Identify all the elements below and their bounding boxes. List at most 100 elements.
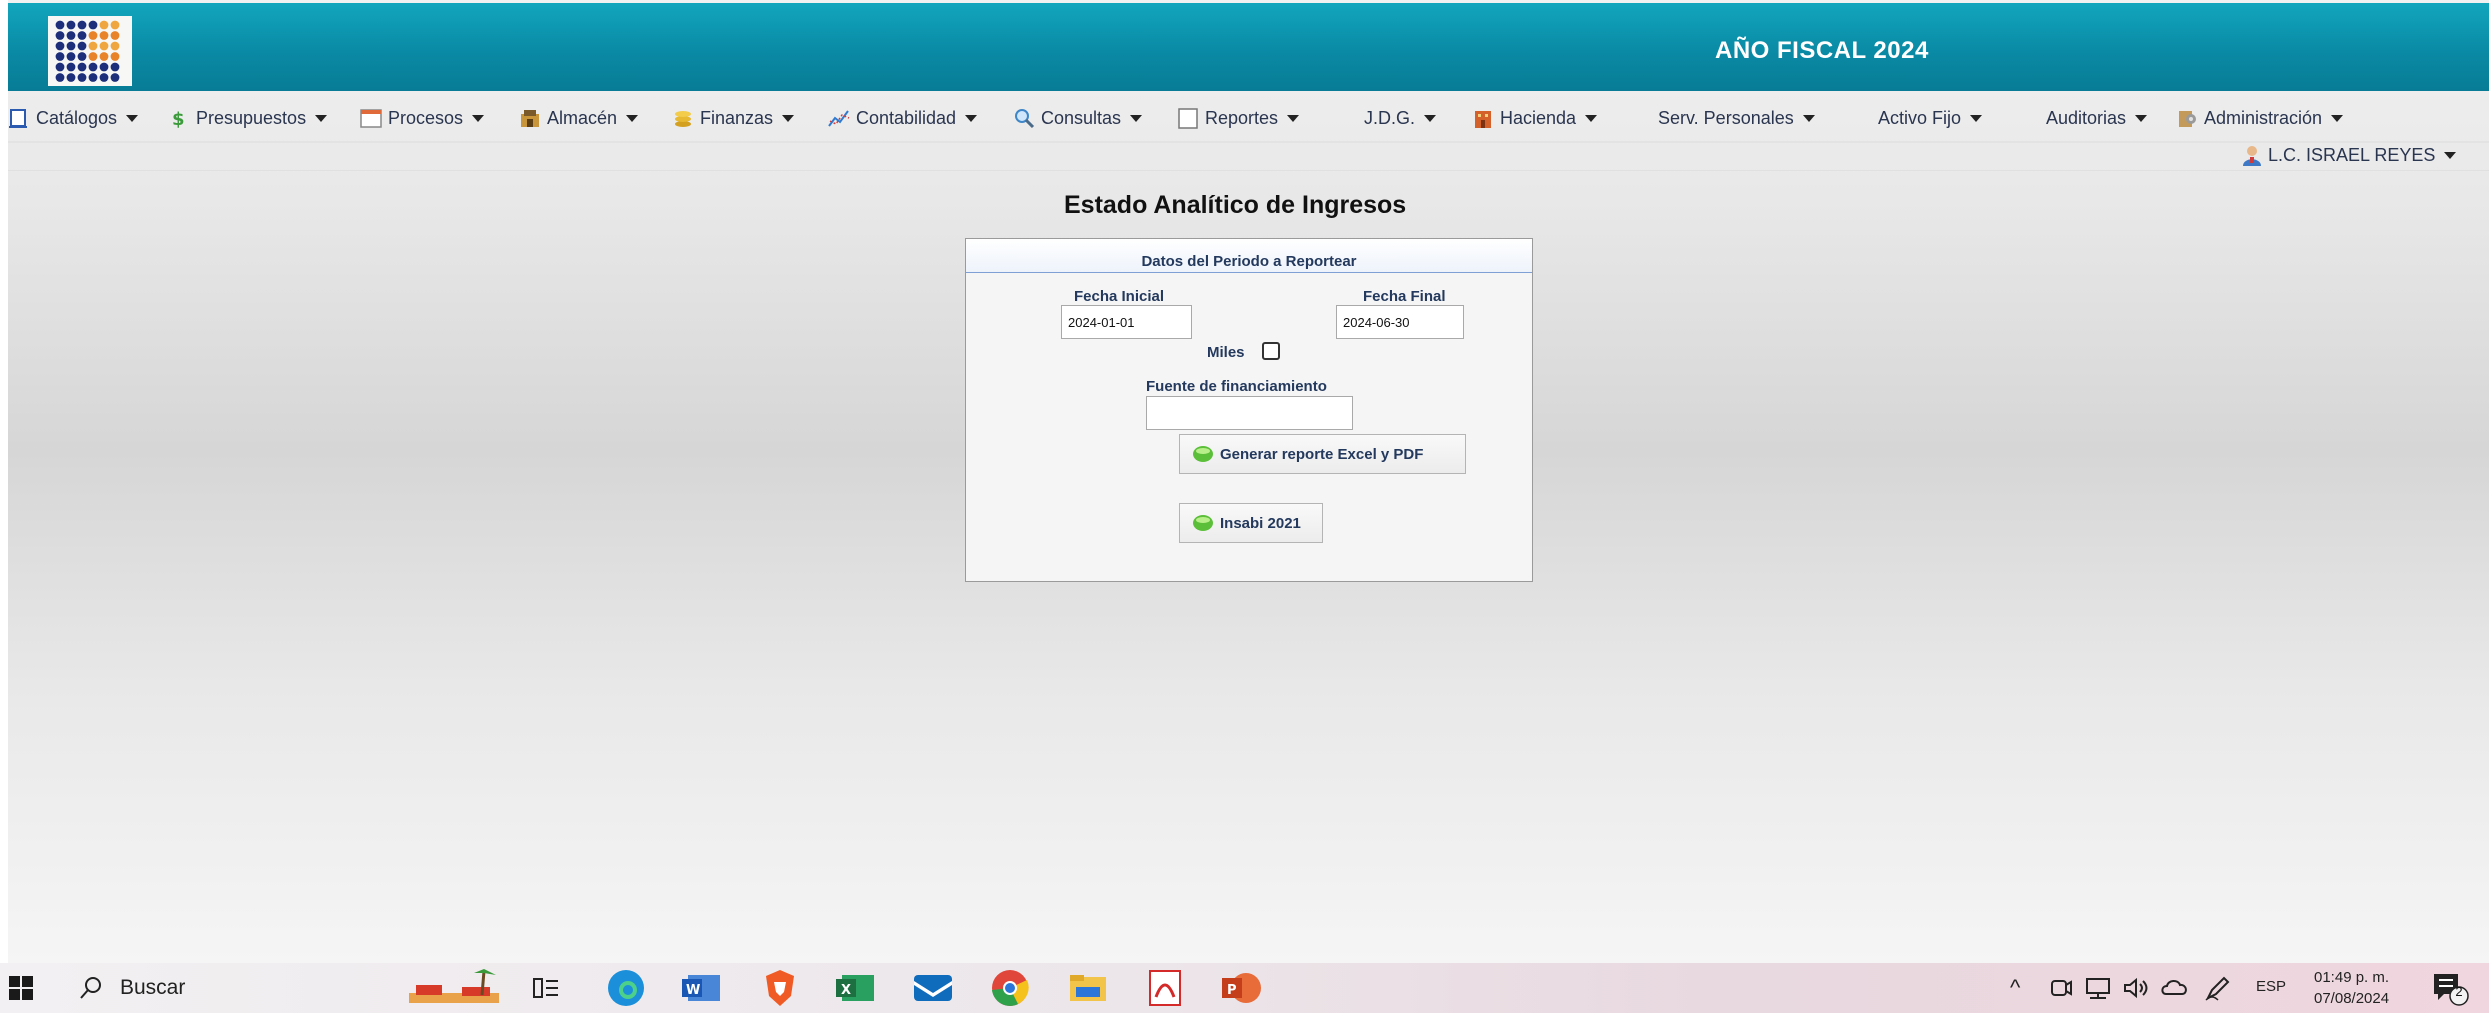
chevron-down-icon [1970,114,1983,122]
svg-text:P: P [1227,983,1237,998]
notifications-button[interactable]: 2 [2430,963,2470,1013]
miles-checkbox[interactable] [1262,342,1280,360]
chevron-down-icon [1130,114,1143,122]
menu-auditorias[interactable]: Auditorias [2046,101,2148,135]
menu-presupuestos[interactable]: $ Presupuestos [168,101,328,135]
menu-administracion-label: Administración [2204,107,2323,128]
fuente-label: Fuente de financiamiento [1146,378,1327,395]
fuente-financiamiento-input[interactable] [1146,396,1353,430]
fecha-final-input[interactable] [1336,305,1464,339]
insabi-label: Insabi 2021 [1220,514,1301,532]
menu-divider [8,141,2489,143]
chevron-down-icon [965,114,978,122]
task-view-icon [533,978,558,998]
folder-icon [1070,975,1106,1001]
chevron-down-icon [472,114,485,122]
panel-title: Datos del Periodo a Reportear [1141,253,1357,270]
show-hidden-icons[interactable]: ^ [2010,963,2020,1013]
miles-label: Miles [1207,344,1245,361]
menu-almacen-label: Almacén [547,107,618,128]
insabi-button[interactable]: Insabi 2021 [1179,503,1323,543]
ok-icon [1193,446,1213,462]
search-icon [80,977,101,999]
fecha-inicial-input[interactable] [1061,305,1192,339]
tray-onedrive[interactable] [2160,963,2190,1013]
user-icon [2240,143,2264,167]
tray-volume[interactable] [2122,963,2152,1013]
user-menu[interactable]: L.C. ISRAEL REYES [2240,141,2457,169]
excel-icon: X [836,975,874,1001]
menu-reportes[interactable]: Reportes [1177,101,1300,135]
menu-serv-personales[interactable]: Serv. Personales [1658,101,1815,135]
user-divider [8,170,2489,171]
pdf-icon [1149,970,1181,1006]
user-name: L.C. ISRAEL REYES [2268,144,2436,165]
building-icon [1472,107,1494,129]
calendar-icon [360,107,382,129]
menu-almacen[interactable]: Almacén [519,101,639,135]
windows-icon [9,976,33,1000]
fecha-final-label: Fecha Final [1363,288,1446,305]
language-indicator[interactable]: ESP [2256,978,2286,995]
menu-consultas[interactable]: Consultas [1013,101,1143,135]
report-icon [1177,107,1199,129]
ok-icon [1193,515,1213,531]
notification-count: 2 [2455,984,2463,999]
chevron-down-icon [2331,114,2344,122]
page-title: Estado Analítico de Ingresos [1064,191,1407,219]
svg-text:W: W [686,983,700,998]
menu-activo-fijo[interactable]: Activo Fijo [1878,101,1983,135]
chrome-app[interactable] [990,963,1030,1013]
chevron-down-icon [2135,114,2148,122]
svg-text:$: $ [172,109,185,129]
chevron-down-icon [126,114,139,122]
tray-network[interactable] [2084,963,2114,1013]
start-button[interactable] [8,963,34,1013]
word-app[interactable]: W [682,963,722,1013]
magnifier-icon [1013,107,1035,129]
pen-icon [2205,976,2230,1001]
clock-time: 01:49 p. m. [2314,969,2390,986]
mail-app[interactable] [912,963,954,1013]
task-view-button[interactable] [532,963,560,1013]
edge-icon [608,970,644,1006]
powerpoint-app[interactable]: P [1220,963,1264,1013]
generar-reporte-button[interactable]: Generar reporte Excel y PDF [1179,434,1466,474]
tray-pen[interactable] [2204,963,2232,1013]
menu-serv-personales-label: Serv. Personales [1658,107,1794,128]
file-explorer-app[interactable] [1068,963,1108,1013]
excel-app[interactable]: X [836,963,876,1013]
menu-administracion[interactable]: Administración [2176,101,2344,135]
report-period-panel: Datos del Periodo a Reportear Fecha Inic… [965,238,1533,582]
taskbar-search[interactable]: Buscar [78,963,185,1013]
chevron-down-icon [1585,114,1598,122]
volume-icon [2124,977,2148,999]
word-icon: W [682,975,720,1001]
chevron-down-icon [1802,114,1815,122]
menu-presupuestos-label: Presupuestos [196,107,307,128]
edge-app[interactable] [606,963,646,1013]
acrobat-app[interactable] [1146,963,1184,1013]
clock[interactable]: 01:49 p. m. 07/08/2024 [2314,967,2389,1009]
generar-reporte-label: Generar reporte Excel y PDF [1220,445,1424,463]
menu-finanzas[interactable]: Finanzas [672,101,795,135]
brave-app[interactable] [762,963,798,1013]
warehouse-icon [519,107,541,129]
chevron-down-icon [782,114,795,122]
logo-icon [55,20,120,82]
menu-procesos[interactable]: Procesos [360,101,485,135]
beach-icon [409,969,499,1003]
menu-contabilidad[interactable]: Contabilidad [828,101,978,135]
app-logo[interactable] [48,16,132,86]
menu-catalogos[interactable]: Catálogos [8,101,139,135]
fecha-inicial-label: Fecha Inicial [1074,288,1165,305]
search-highlight-image[interactable] [404,963,504,1013]
chevron-down-icon [1287,114,1300,122]
menu-jdg[interactable]: J.D.G. [1364,101,1437,135]
tray-meet-now[interactable] [2048,963,2074,1013]
chevron-up-icon: ^ [2010,975,2021,1000]
menu-jdg-label: J.D.G. [1364,107,1416,128]
taskbar: Buscar W X P ^ ESP 01:49 p. m. 07/08/202… [0,963,2489,1013]
chevron-down-icon [1424,114,1437,122]
menu-hacienda[interactable]: Hacienda [1472,101,1598,135]
